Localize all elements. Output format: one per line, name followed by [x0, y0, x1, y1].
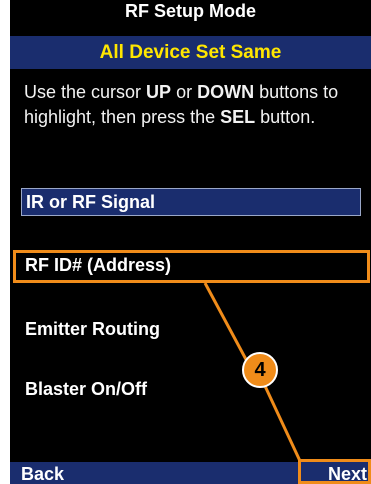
step-number-badge: 4 [242, 352, 278, 388]
callout-connector-lines [203, 282, 302, 462]
